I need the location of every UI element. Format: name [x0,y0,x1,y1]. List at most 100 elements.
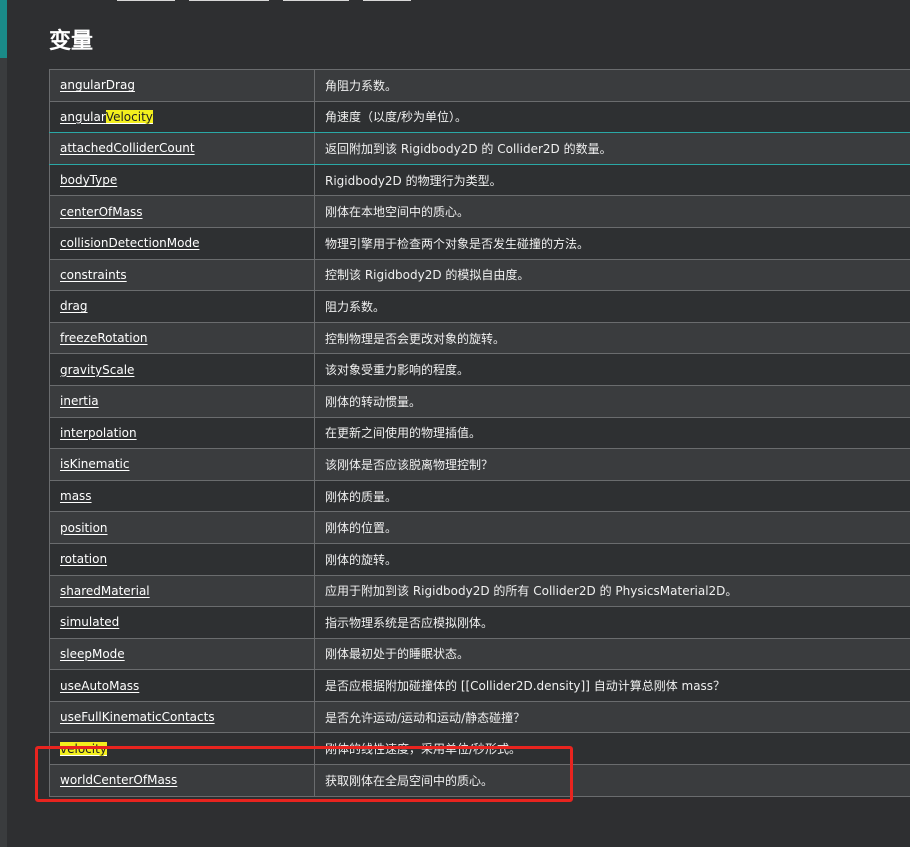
table-row: simulated 指示物理系统是否应模拟刚体。 [49,606,910,639]
property-link-angular-velocity[interactable]: angularVelocity [60,109,153,124]
table-row: drag 阻力系数。 [49,290,910,323]
property-link-inertia[interactable]: inertia [60,394,99,408]
description-cell: 应用于附加到该 Rigidbody2D 的所有 Collider2D 的 Phy… [314,574,910,608]
description-cell: 阻力系数。 [314,290,910,323]
property-link-angular-drag[interactable]: angularDrag [60,78,135,92]
description-cell: 刚体的质量。 [314,479,910,513]
table-row: angularVelocity 角速度（以度/秒为单位）。 [49,100,910,134]
property-cell: angularDrag [49,69,315,102]
property-cell: sleepMode [49,637,315,671]
description-cell: 该对象受重力影响的程度。 [314,353,910,386]
table-row: collisionDetectionMode 物理引擎用于检查两个对象是否发生碰… [49,226,910,260]
property-link-interpolation[interactable]: interpolation [60,426,137,440]
search-highlight: Velocity [105,109,153,124]
property-cell: useAutoMass [49,669,315,702]
property-link-is-kinematic[interactable]: isKinematic [60,457,129,471]
table-row: useAutoMass 是否应根据附加碰撞体的 [[Collider2D.den… [49,669,910,702]
description-cell: 在更新之间使用的物理插值。 [314,416,910,450]
table-row: rotation 刚体的旋转。 [49,542,910,576]
left-rail [0,58,7,847]
description-cell: 刚体的线性速度，采用单位/秒形式。 [314,732,910,766]
property-link-use-full-kinematic-contacts[interactable]: useFullKinematicContacts [60,710,215,724]
description-cell: 角阻力系数。 [314,69,910,102]
property-cell: isKinematic [49,448,315,481]
description-cell: 指示物理系统是否应模拟刚体。 [314,606,910,639]
description-cell: 控制该 Rigidbody2D 的模拟自由度。 [314,258,910,292]
top-link[interactable] [189,0,269,1]
top-link[interactable] [117,0,175,1]
table-row: attachedColliderCount 返回附加到该 Rigidbody2D… [49,132,910,165]
property-cell: centerOfMass [49,195,315,228]
property-cell: rotation [49,542,315,576]
description-cell: 刚体的旋转。 [314,542,910,576]
property-cell: drag [49,290,315,323]
property-cell: angularVelocity [49,100,315,134]
property-cell: attachedColliderCount [49,132,315,165]
property-cell: interpolation [49,416,315,450]
property-cell: mass [49,479,315,513]
property-cell: inertia [49,384,315,418]
table-row: mass 刚体的质量。 [49,479,910,513]
description-cell: 刚体最初处于的睡眠状态。 [314,637,910,671]
description-cell: 控制物理是否会更改对象的旋转。 [314,321,910,355]
property-link-attached-collider-count[interactable]: attachedColliderCount [60,141,195,155]
table-row: sharedMaterial 应用于附加到该 Rigidbody2D 的所有 C… [49,574,910,608]
description-cell: 返回附加到该 Rigidbody2D 的 Collider2D 的数量。 [314,132,910,165]
description-cell: 刚体在本地空间中的质心。 [314,195,910,228]
property-link-use-auto-mass[interactable]: useAutoMass [60,679,139,693]
table-row: isKinematic 该刚体是否应该脱离物理控制？ [49,448,910,481]
top-link[interactable] [363,0,411,1]
top-link[interactable] [283,0,349,1]
property-cell: collisionDetectionMode [49,226,315,260]
table-row: sleepMode 刚体最初处于的睡眠状态。 [49,637,910,671]
description-cell: 获取刚体在全局空间中的质心。 [314,764,910,797]
property-link-collision-detection-mode[interactable]: collisionDetectionMode [60,236,199,250]
left-accent-bar [0,0,7,58]
variables-table: angularDrag 角阻力系数。 angularVelocity 角速度（以… [49,69,910,797]
property-link-center-of-mass[interactable]: centerOfMass [60,205,143,219]
table-row: constraints 控制该 Rigidbody2D 的模拟自由度。 [49,258,910,292]
property-link-velocity[interactable]: velocity [60,741,107,756]
table-row: useFullKinematicContacts 是否允许运动/运动和运动/静态… [49,700,910,734]
property-cell: constraints [49,258,315,292]
description-cell: 是否允许运动/运动和运动/静态碰撞？ [314,700,910,734]
table-row: velocity 刚体的线性速度，采用单位/秒形式。 [49,732,910,766]
property-cell: useFullKinematicContacts [49,700,315,734]
description-cell: 刚体的位置。 [314,511,910,544]
property-link-constraints[interactable]: constraints [60,268,127,282]
table-row: interpolation 在更新之间使用的物理插值。 [49,416,910,450]
property-cell: worldCenterOfMass [49,764,315,797]
property-link-simulated[interactable]: simulated [60,615,119,629]
property-link-sleep-mode[interactable]: sleepMode [60,647,125,661]
table-row: position 刚体的位置。 [49,511,910,544]
table-row: centerOfMass 刚体在本地空间中的质心。 [49,195,910,228]
property-link-position[interactable]: position [60,521,108,535]
description-cell: Rigidbody2D 的物理行为类型。 [314,163,910,197]
property-link-shared-material[interactable]: sharedMaterial [60,584,150,598]
section-title: 变量 [49,29,94,54]
property-link-world-center-of-mass[interactable]: worldCenterOfMass [60,773,177,787]
property-cell: simulated [49,606,315,639]
description-cell: 是否应根据附加碰撞体的 [[Collider2D.density]] 自动计算总… [314,669,910,702]
description-cell: 刚体的转动惯量。 [314,384,910,418]
property-cell: sharedMaterial [49,574,315,608]
table-row: angularDrag 角阻力系数。 [49,69,910,102]
property-link-drag[interactable]: drag [60,299,88,313]
top-link-row [117,0,411,2]
property-cell: freezeRotation [49,321,315,355]
table-row: inertia 刚体的转动惯量。 [49,384,910,418]
property-link-rotation[interactable]: rotation [60,552,107,566]
description-cell: 角速度（以度/秒为单位）。 [314,100,910,134]
property-link-body-type[interactable]: bodyType [60,173,117,187]
property-link-freeze-rotation[interactable]: freezeRotation [60,331,148,345]
description-cell: 该刚体是否应该脱离物理控制？ [314,448,910,481]
table-row: bodyType Rigidbody2D 的物理行为类型。 [49,163,910,197]
table-row: freezeRotation 控制物理是否会更改对象的旋转。 [49,321,910,355]
property-link-mass[interactable]: mass [60,489,92,503]
description-cell: 物理引擎用于检查两个对象是否发生碰撞的方法。 [314,226,910,260]
property-link-gravity-scale[interactable]: gravityScale [60,363,134,377]
property-cell: position [49,511,315,544]
table-row: worldCenterOfMass 获取刚体在全局空间中的质心。 [49,764,910,797]
property-cell: gravityScale [49,353,315,386]
table-row: gravityScale 该对象受重力影响的程度。 [49,353,910,386]
